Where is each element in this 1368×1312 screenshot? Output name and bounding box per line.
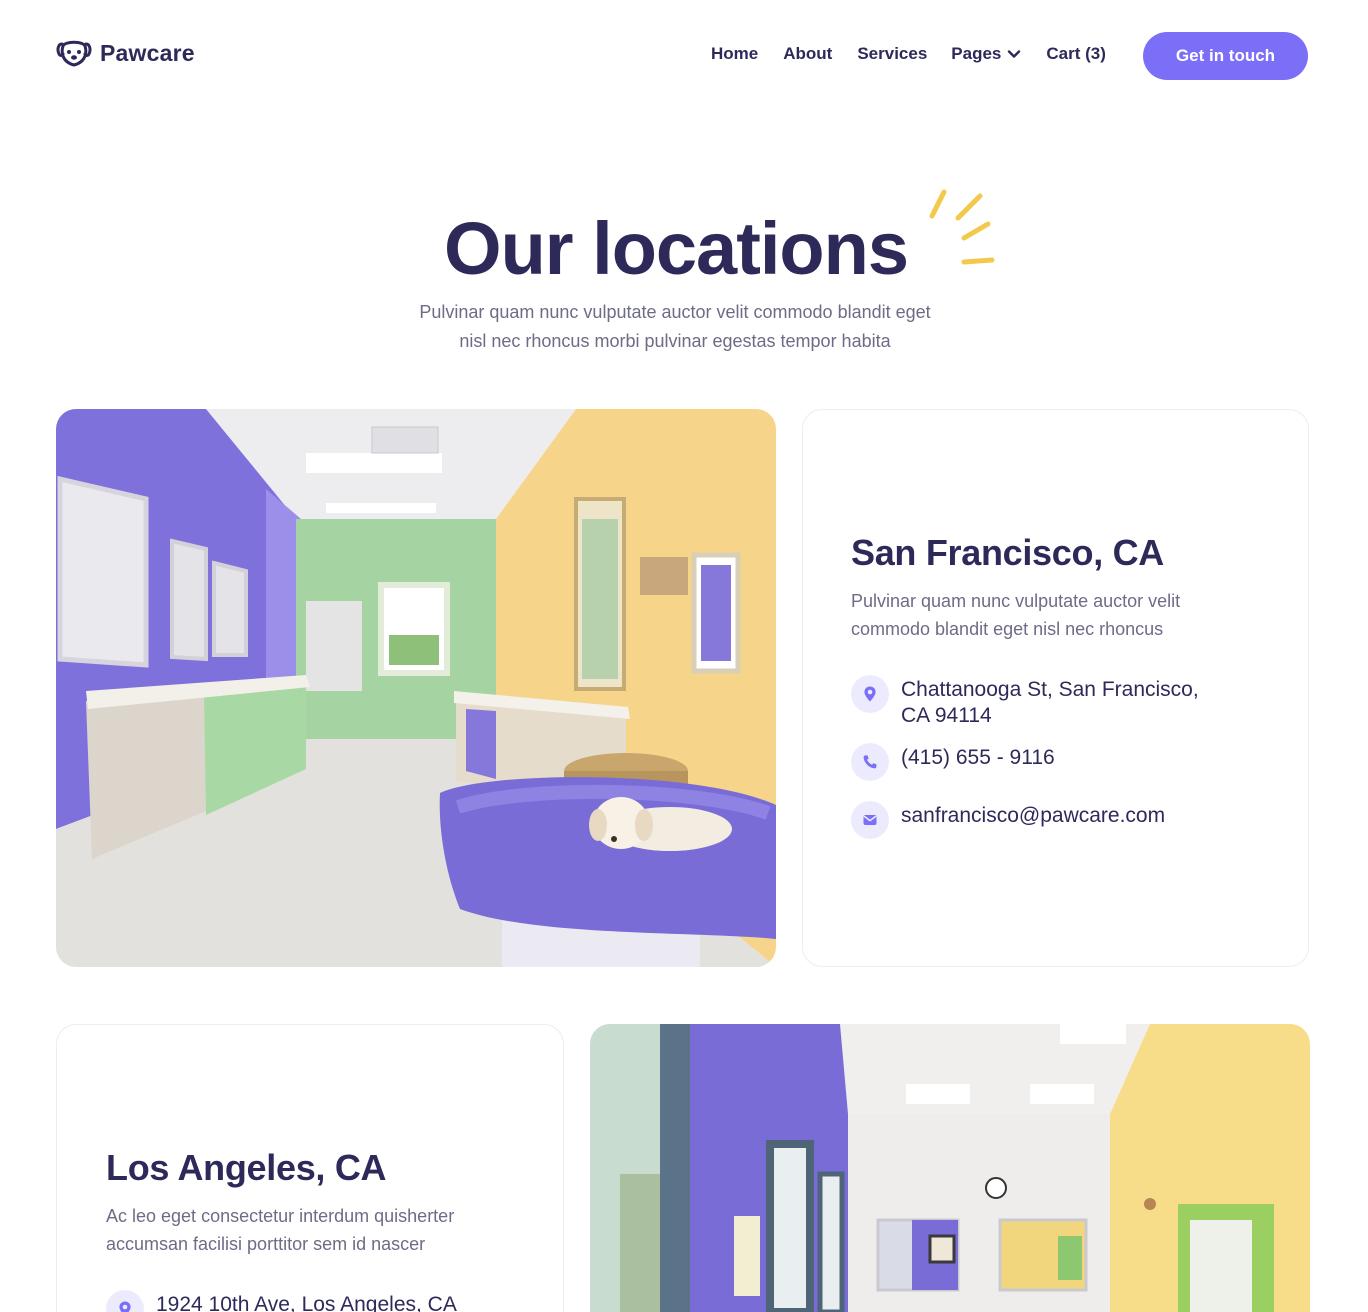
email-row: sanfrancisco@pawcare.com xyxy=(851,801,1165,839)
address-line1: Chattanooga St, San Francisco, xyxy=(901,678,1199,701)
mail-icon xyxy=(851,801,889,839)
page-subtitle-line1: Pulvinar quam nunc vulputate auctor veli… xyxy=(419,302,931,322)
clinic-interior-image xyxy=(590,1024,1310,1312)
location-description-line1: Pulvinar quam nunc vulputate auctor veli… xyxy=(851,591,1181,611)
nav-cart[interactable]: Cart (3) xyxy=(1046,44,1106,64)
location-description-line1: Ac leo eget consectetur interdum quisher… xyxy=(106,1206,455,1226)
location-description-line2: accumsan facilisi porttitor sem id nasce… xyxy=(106,1234,426,1254)
page-subtitle-line2: nisl nec rhoncus morbi pulvinar egestas … xyxy=(459,331,891,351)
location-pin-icon xyxy=(106,1290,144,1312)
location-description: Pulvinar quam nunc vulputate auctor veli… xyxy=(851,587,1180,643)
location-title: Los Angeles, CA xyxy=(106,1147,387,1188)
address-text: Chattanooga St, San Francisco, CA 94114 xyxy=(901,675,1199,729)
address-text: 1924 10th Ave, Los Angeles, CA xyxy=(156,1293,457,1312)
nav-about[interactable]: About xyxy=(783,44,832,64)
location-title: San Francisco, CA xyxy=(851,532,1164,573)
phone-link[interactable]: (415) 655 - 9116 xyxy=(901,743,1055,771)
main-nav: Home About Services Pages Cart (3) xyxy=(711,44,1106,64)
page-title: Our locations xyxy=(444,207,909,290)
chevron-down-icon xyxy=(1008,50,1021,58)
location-pin-icon xyxy=(851,675,889,713)
address-line2: CA 94114 xyxy=(901,704,992,727)
clinic-interior-image xyxy=(56,409,776,967)
address-row: Chattanooga St, San Francisco, CA 94114 xyxy=(851,675,1199,729)
nav-services[interactable]: Services xyxy=(857,44,927,64)
phone-row: (415) 655 - 9116 xyxy=(851,743,1055,781)
nav-pages-label: Pages xyxy=(951,44,1002,63)
site-header: Pawcare Home About Services Pages Cart (… xyxy=(0,0,1368,112)
location-description-line2: commodo blandit eget nisl nec rhoncus xyxy=(851,619,1164,639)
location-description: Ac leo eget consectetur interdum quisher… xyxy=(106,1202,454,1258)
dog-face-icon xyxy=(56,40,92,67)
brand-name: Pawcare xyxy=(100,39,195,66)
nav-pages[interactable]: Pages xyxy=(951,44,1021,64)
email-link[interactable]: sanfrancisco@pawcare.com xyxy=(901,801,1165,829)
logo[interactable]: Pawcare xyxy=(56,38,195,68)
nav-home[interactable]: Home xyxy=(711,44,758,64)
san-francisco-clinic-photo xyxy=(56,409,776,967)
page-subtitle: Pulvinar quam nunc vulputate auctor veli… xyxy=(0,298,1350,356)
sparkle-icon xyxy=(929,189,995,265)
address-row: 1924 10th Ave, Los Angeles, CA xyxy=(106,1290,457,1312)
los-angeles-clinic-photo xyxy=(590,1024,1310,1312)
phone-icon xyxy=(851,743,889,781)
get-in-touch-button[interactable]: Get in touch xyxy=(1143,32,1308,80)
